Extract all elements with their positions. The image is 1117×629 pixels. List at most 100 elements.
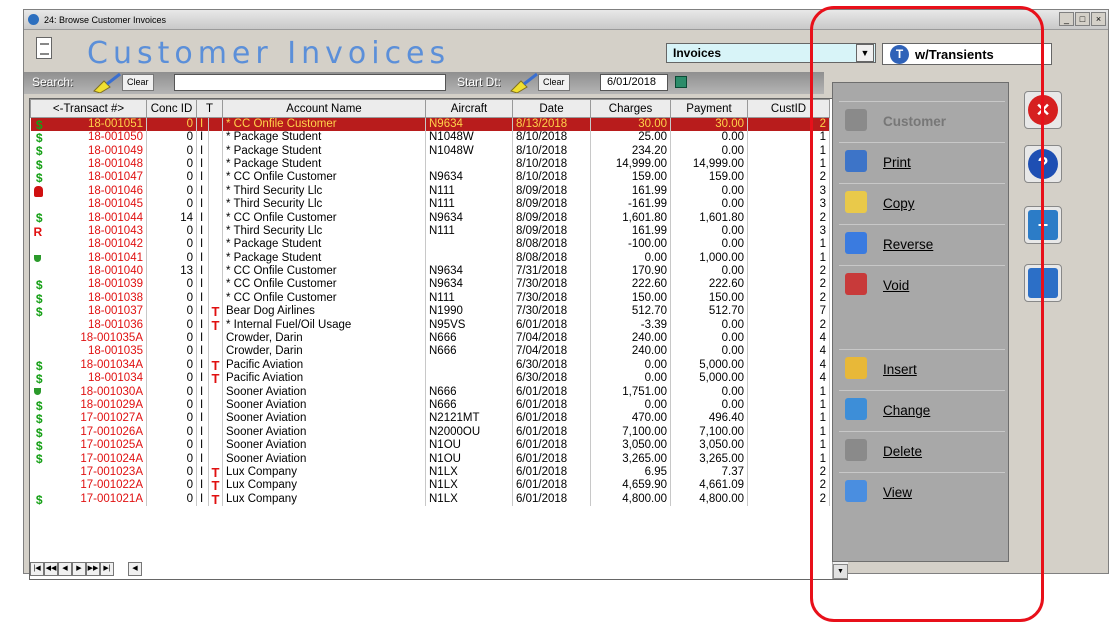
table-row[interactable]: $17-001025A 0 I Sooner Aviation N1OU 6/01/201…	[30, 438, 830, 453]
nav-button-icon[interactable]: ◀	[128, 562, 142, 576]
date-cell: 6/01/2018	[512, 425, 591, 439]
hold-hand-icon	[33, 185, 43, 197]
date-clear-button[interactable]: Clear	[538, 74, 570, 91]
search-input[interactable]	[174, 74, 446, 91]
payment-cell: 512.70	[670, 305, 748, 319]
table-row[interactable]: 18-001030A 0 I Sooner Aviation N666 6/01/2018…	[30, 385, 830, 399]
date-cell: 7/04/2018	[512, 331, 591, 346]
transient-flag	[208, 144, 223, 158]
conc-id-cell: 0	[146, 331, 197, 346]
date-cell: 8/08/2018	[512, 251, 591, 265]
transient-flag	[208, 345, 223, 359]
table-row[interactable]: 18-001042 0 I * Package Student 8/08/2018 -10…	[30, 238, 830, 252]
table-row[interactable]: 18-001035A 0 I Crowder, Darin N666 7/04/2018 2…	[30, 331, 830, 346]
table-row[interactable]: $17-001024A 0 I Sooner Aviation N1OU 6/01/201…	[30, 452, 830, 466]
transact-number: 18-001030A	[80, 385, 143, 398]
transient-flag	[208, 278, 223, 292]
table-row[interactable]: $17-001021A 0 I T Lux Company N1LX 6/01/2018 4,…	[30, 492, 830, 506]
table-row[interactable]: $18-001037 0 I T Bear Dog Airlines N1990 7/30/…	[30, 305, 830, 319]
transact-cell: 18-001035	[30, 345, 147, 359]
account-cell: Sooner Aviation	[222, 385, 426, 399]
transact-number: 18-001038	[88, 291, 143, 304]
transact-cell: $17-001021A	[30, 492, 147, 506]
table-row[interactable]: 18-001036 0 I T * Internal Fuel/Oil Usage N95…	[30, 318, 830, 332]
t-cell: I	[196, 117, 209, 131]
charges-cell: 1,751.00	[590, 385, 671, 399]
payment-cell: 0.00	[670, 184, 748, 198]
account-cell: Pacific Aviation	[222, 372, 426, 386]
nav-button-icon[interactable]: |◀	[30, 562, 44, 576]
col-transact[interactable]: <-Transact #>	[30, 99, 147, 118]
table-row[interactable]: $18-001050 0 I * Package Student N1048W 8/10/…	[30, 131, 830, 145]
nav-button-icon[interactable]: ◀	[58, 562, 72, 576]
conc-id-cell: 0	[146, 305, 197, 319]
transact-cell: 18-001046	[30, 184, 147, 198]
t-cell: I	[196, 318, 209, 332]
aircraft-cell: N9634	[425, 171, 513, 185]
transact-cell: $18-001044	[30, 211, 147, 225]
date-cell: 8/09/2018	[512, 211, 591, 225]
nav-button-icon[interactable]: ▶▶	[86, 562, 100, 576]
table-row[interactable]: 18-001041 0 I * Package Student 8/08/2018 0.0…	[30, 251, 830, 265]
transact-number: 18-001029A	[80, 399, 143, 411]
charges-cell: 4,659.90	[590, 479, 671, 493]
col-conc-id[interactable]: Conc ID	[146, 99, 197, 118]
account-cell: * Package Student	[222, 131, 426, 145]
col-t[interactable]: T	[196, 99, 223, 118]
close-button[interactable]: ×	[1091, 12, 1106, 26]
table-row[interactable]: $18-001044 14 I * CC Onfile Customer N9634 8/…	[30, 211, 830, 225]
col-account-name[interactable]: Account Name	[222, 99, 426, 118]
date-cell: 7/30/2018	[512, 305, 591, 319]
col-date[interactable]: Date	[512, 99, 591, 118]
table-row[interactable]: 17-001023A 0 I T Lux Company N1LX 6/01/2018 6.9…	[30, 465, 830, 480]
table-row[interactable]: $17-001026A 0 I Sooner Aviation N2000OU 6/01/…	[30, 425, 830, 439]
calendar-icon[interactable]	[675, 76, 687, 88]
aircraft-cell: N2000OU	[425, 425, 513, 439]
transient-flag: T	[208, 305, 223, 319]
table-row[interactable]: $18-001051 0 I * CC Onfile Customer N9634 8/1…	[30, 117, 830, 131]
table-row[interactable]: $18-001047 0 I * CC Onfile Customer N9634 8/1…	[30, 171, 830, 185]
col-charges[interactable]: Charges	[590, 99, 671, 118]
conc-id-cell: 0	[146, 358, 197, 373]
account-cell: * CC Onfile Customer	[222, 211, 426, 225]
table-row[interactable]: 17-001022A 0 I T Lux Company N1LX 6/01/2018 4,6…	[30, 479, 830, 493]
transient-flag	[208, 385, 223, 399]
table-row[interactable]: 18-001040 13 I * CC Onfile Customer N9634 7/3…	[30, 264, 830, 279]
table-row[interactable]: $18-001049 0 I * Package Student N1048W 8/10/…	[30, 144, 830, 158]
charges-cell: 470.00	[590, 412, 671, 426]
maximize-button[interactable]: □	[1075, 12, 1090, 26]
nav-button-icon[interactable]: ▶	[72, 562, 86, 576]
table-row[interactable]: 18-001045 0 I * Third Security Llc N111 8/09/…	[30, 197, 830, 212]
table-row[interactable]: $18-001034A 0 I T Pacific Aviation 6/30/2018 0…	[30, 358, 830, 373]
search-clear-button[interactable]: Clear	[122, 74, 154, 91]
transient-flag: T	[208, 372, 223, 386]
table-row[interactable]: 18-001035 0 I Crowder, Darin N666 7/04/2018 24…	[30, 345, 830, 359]
table-row[interactable]: $18-001029A 0 I Sooner Aviation N666 6/01/201…	[30, 398, 830, 413]
paid-dollar-icon: $	[35, 278, 43, 292]
date-cell: 6/01/2018	[512, 438, 591, 453]
table-row[interactable]: $18-001039 0 I * CC Onfile Customer N9634 7/3…	[30, 278, 830, 292]
nav-button-icon[interactable]: ◀◀	[44, 562, 58, 576]
start-date-field[interactable]: 6/01/2018	[600, 74, 668, 91]
table-row[interactable]: 18-001046 0 I * Third Security Llc N111 8/09/…	[30, 184, 830, 198]
transact-number: 18-001045	[88, 198, 143, 211]
payment-cell: 30.00	[670, 117, 748, 131]
col-payment[interactable]: Payment	[670, 99, 748, 118]
transact-number: 18-001049	[88, 144, 143, 157]
nav-button-icon[interactable]: ▶|	[100, 562, 114, 576]
table-row[interactable]: $17-001027A 0 I Sooner Aviation N2121MT 6/01/…	[30, 412, 830, 426]
table-row[interactable]: $18-001034 0 I T Pacific Aviation 6/30/2018 0.…	[30, 372, 830, 386]
account-cell: Pacific Aviation	[222, 358, 426, 373]
table-row[interactable]: $18-001038 0 I * CC Onfile Customer N111 7/30…	[30, 291, 830, 306]
minimize-button[interactable]: _	[1059, 12, 1074, 26]
transact-number: 18-001040	[88, 265, 143, 278]
account-cell: Bear Dog Airlines	[222, 305, 426, 319]
date-cell: 8/09/2018	[512, 197, 591, 212]
table-row[interactable]: R 18-001043 0 I * Third Security Llc N111 8/09…	[30, 224, 830, 239]
table-row[interactable]: $18-001048 0 I * Package Student 8/10/2018 14…	[30, 157, 830, 172]
paid-dollar-icon: $	[35, 438, 43, 453]
col-aircraft[interactable]: Aircraft	[425, 99, 513, 118]
transient-flag	[208, 251, 223, 265]
account-cell: Sooner Aviation	[222, 412, 426, 426]
charges-cell: 159.00	[590, 171, 671, 185]
